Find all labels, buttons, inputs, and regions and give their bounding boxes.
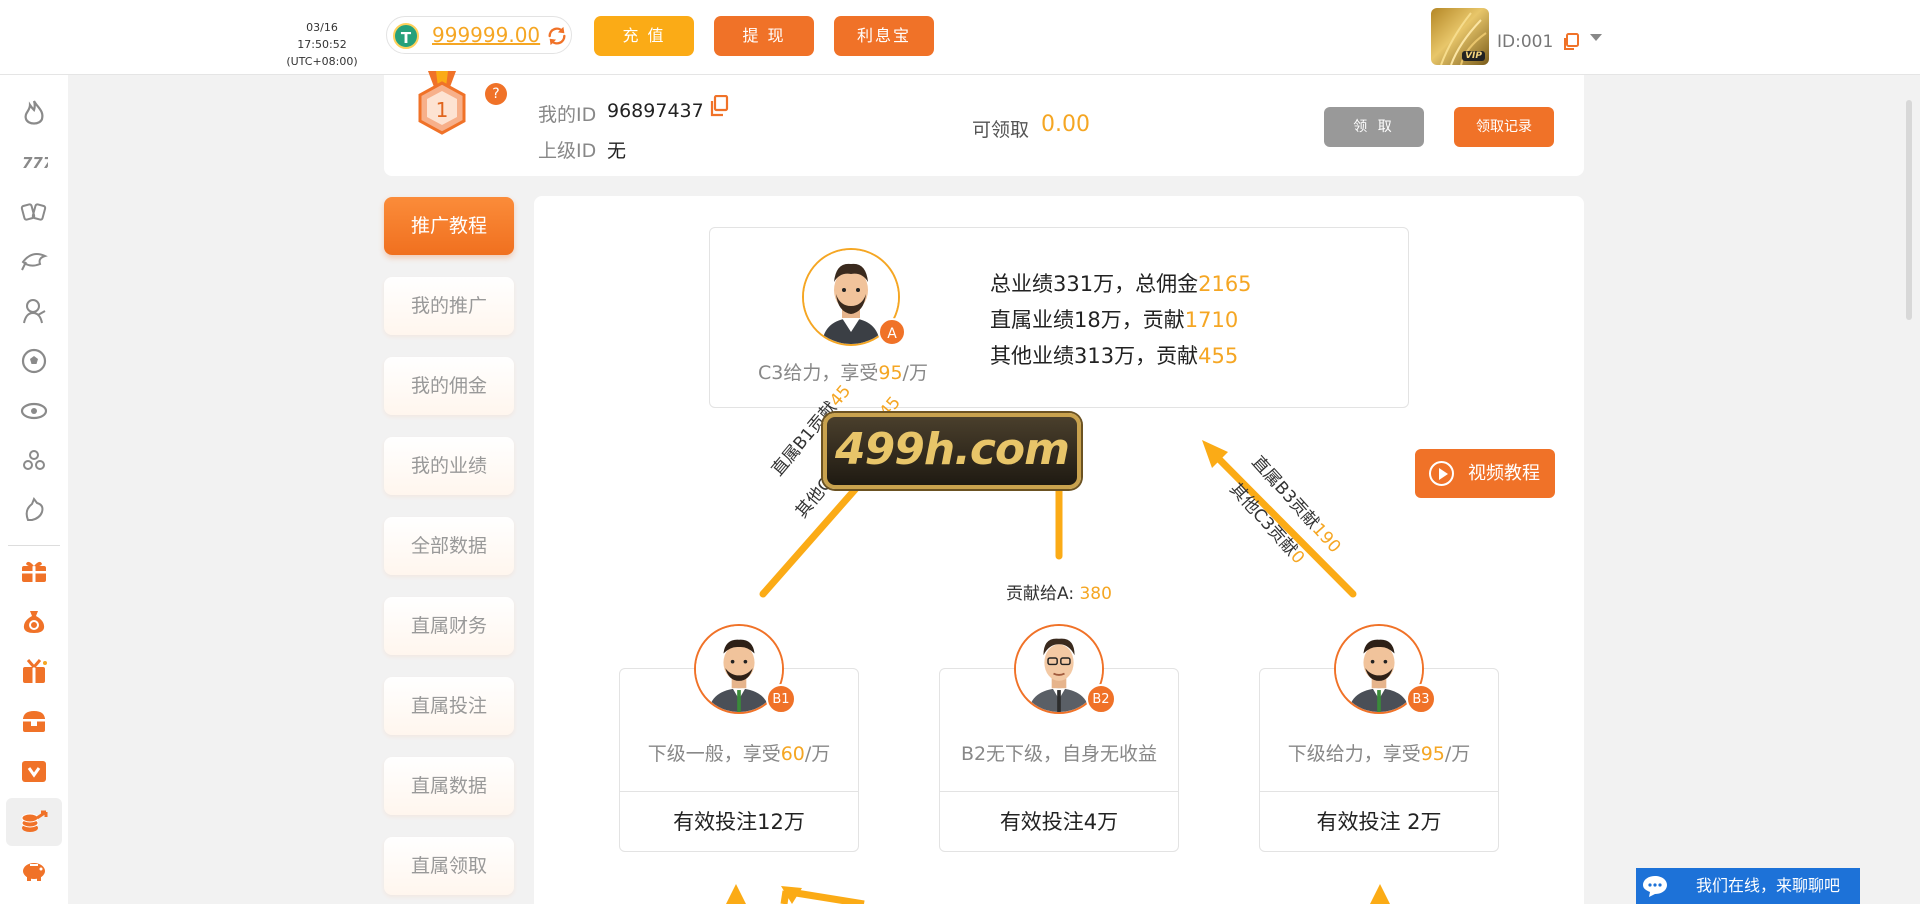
fire-icon[interactable]	[18, 97, 50, 129]
copy-icon[interactable]	[1562, 33, 1580, 51]
clock-timezone: (UTC+08:00)	[286, 55, 358, 68]
member-b3-bet: 有效投注 2万	[1316, 810, 1442, 834]
user-avatar[interactable]: VIP	[1431, 8, 1489, 65]
live-chat-button[interactable]: 我们在线，来聊聊吧	[1636, 868, 1860, 904]
menu-direct-data[interactable]: 直属数据	[384, 757, 514, 815]
tutorial-panel: A C3给力，享受95/万 总业绩331万，总佣金2165 直属业绩18万，贡献…	[534, 196, 1584, 904]
menu-direct-bets[interactable]: 直属投注	[384, 677, 514, 735]
refresh-icon[interactable]	[546, 25, 568, 47]
play-icon	[1429, 461, 1454, 486]
sidebar-divider	[8, 545, 60, 546]
claim-button[interactable]: 领 取	[1324, 107, 1424, 147]
usdt-icon: T	[393, 23, 419, 49]
rank-medal-icon: 1	[418, 71, 466, 135]
video-tutorial-button[interactable]: 视频教程	[1415, 449, 1555, 498]
claimable-value: 0.00	[1041, 112, 1090, 137]
svg-text:777: 777	[22, 154, 48, 172]
my-id-value: 96897437	[607, 100, 704, 122]
promotion-icon[interactable]	[18, 806, 50, 838]
member-b1-desc: 下级一般，享受60/万	[647, 743, 831, 765]
claim-record-button[interactable]: 领取记录	[1454, 107, 1554, 147]
vip-shield-icon[interactable]	[18, 755, 50, 787]
lottery-icon[interactable]	[18, 445, 50, 477]
interest-treasure-button[interactable]: 利息宝	[834, 16, 934, 56]
balance-value[interactable]: 999999.00	[432, 23, 540, 47]
menu-direct-finance[interactable]: 直属财务	[384, 597, 514, 655]
member-a-badge: A	[878, 318, 906, 346]
balance-box: T 999999.00	[386, 16, 572, 54]
piggy-bank-icon[interactable]	[18, 854, 50, 886]
parent-id-label: 上级ID	[538, 140, 597, 162]
cards-icon[interactable]	[18, 196, 50, 228]
withdraw-button[interactable]: 提 现	[714, 16, 814, 56]
live-dealer-icon[interactable]	[18, 295, 50, 327]
referral-info-card: 1 ? 我的ID 96897437 上级ID 无 可领取 0.00 领 取 领取…	[384, 71, 1584, 176]
member-b1-badge: B1	[766, 684, 796, 714]
member-b3-desc: 下级给力，享受95/万	[1287, 743, 1471, 765]
member-a-card: A C3给力，享受95/万 总业绩331万，总佣金2165 直属业绩18万，贡献…	[709, 227, 1409, 408]
member-b1-bet: 有效投注12万	[673, 810, 805, 834]
divider	[1260, 791, 1498, 792]
clock-date: 03/16 17:50:52	[297, 21, 347, 51]
member-b2-bet: 有效投注4万	[999, 810, 1119, 834]
slots-icon[interactable]: 777	[18, 146, 50, 178]
site-logo-watermark: 499h.com	[823, 413, 1081, 489]
member-b2-badge: B2	[1086, 684, 1116, 714]
claimable-label: 可领取	[972, 119, 1030, 141]
soccer-icon[interactable]	[18, 345, 50, 377]
rank-number: 1	[436, 98, 449, 122]
help-icon[interactable]: ?	[485, 83, 507, 105]
divider	[620, 791, 858, 792]
esports-icon[interactable]	[18, 395, 50, 427]
user-id: ID:001	[1497, 32, 1554, 52]
menu-all-data[interactable]: 全部数据	[384, 517, 514, 575]
direct-performance-line: 直属业绩18万，贡献1710	[990, 308, 1239, 332]
parent-id-value: 无	[607, 140, 627, 162]
recharge-button[interactable]: 充 值	[594, 16, 694, 56]
giftbox-icon[interactable]	[18, 655, 50, 687]
money-bag-icon[interactable]	[18, 605, 50, 637]
chevron-down-icon[interactable]	[1590, 34, 1602, 41]
gift-icon[interactable]	[18, 555, 50, 587]
arrow-mid-label: 贡献给A: 380	[1006, 584, 1112, 604]
menu-my-promotion[interactable]: 我的推广	[384, 277, 514, 335]
other-performance-line: 其他业绩313万，贡献455	[990, 344, 1239, 368]
menu-direct-claims[interactable]: 直属领取	[384, 837, 514, 895]
scrollbar[interactable]	[1906, 100, 1912, 320]
top-bar: 03/16 17:50:52 (UTC+08:00) T 999999.00 充…	[0, 0, 1920, 75]
cockfight-icon[interactable]	[18, 494, 50, 526]
member-b2-desc: B2无下级，自身无收益	[960, 743, 1158, 765]
total-performance-line: 总业绩331万，总佣金2165	[990, 272, 1252, 296]
treasure-icon[interactable]	[18, 705, 50, 737]
copy-icon[interactable]	[709, 95, 729, 117]
fishing-icon[interactable]	[18, 245, 50, 277]
clock: 03/16 17:50:52 (UTC+08:00)	[282, 19, 362, 70]
sidebar: 777	[0, 75, 68, 904]
menu-my-performance[interactable]: 我的业绩	[384, 437, 514, 495]
divider	[940, 791, 1178, 792]
member-b3-badge: B3	[1406, 684, 1436, 714]
chat-bubble-icon	[1643, 876, 1667, 897]
member-a-caption: C3给力，享受95/万	[758, 362, 928, 384]
my-id-label: 我的ID	[538, 104, 597, 126]
vip-tag: VIP	[1462, 51, 1485, 61]
menu-my-commission[interactable]: 我的佣金	[384, 357, 514, 415]
menu-promotion-tutorial[interactable]: 推广教程	[384, 197, 514, 255]
